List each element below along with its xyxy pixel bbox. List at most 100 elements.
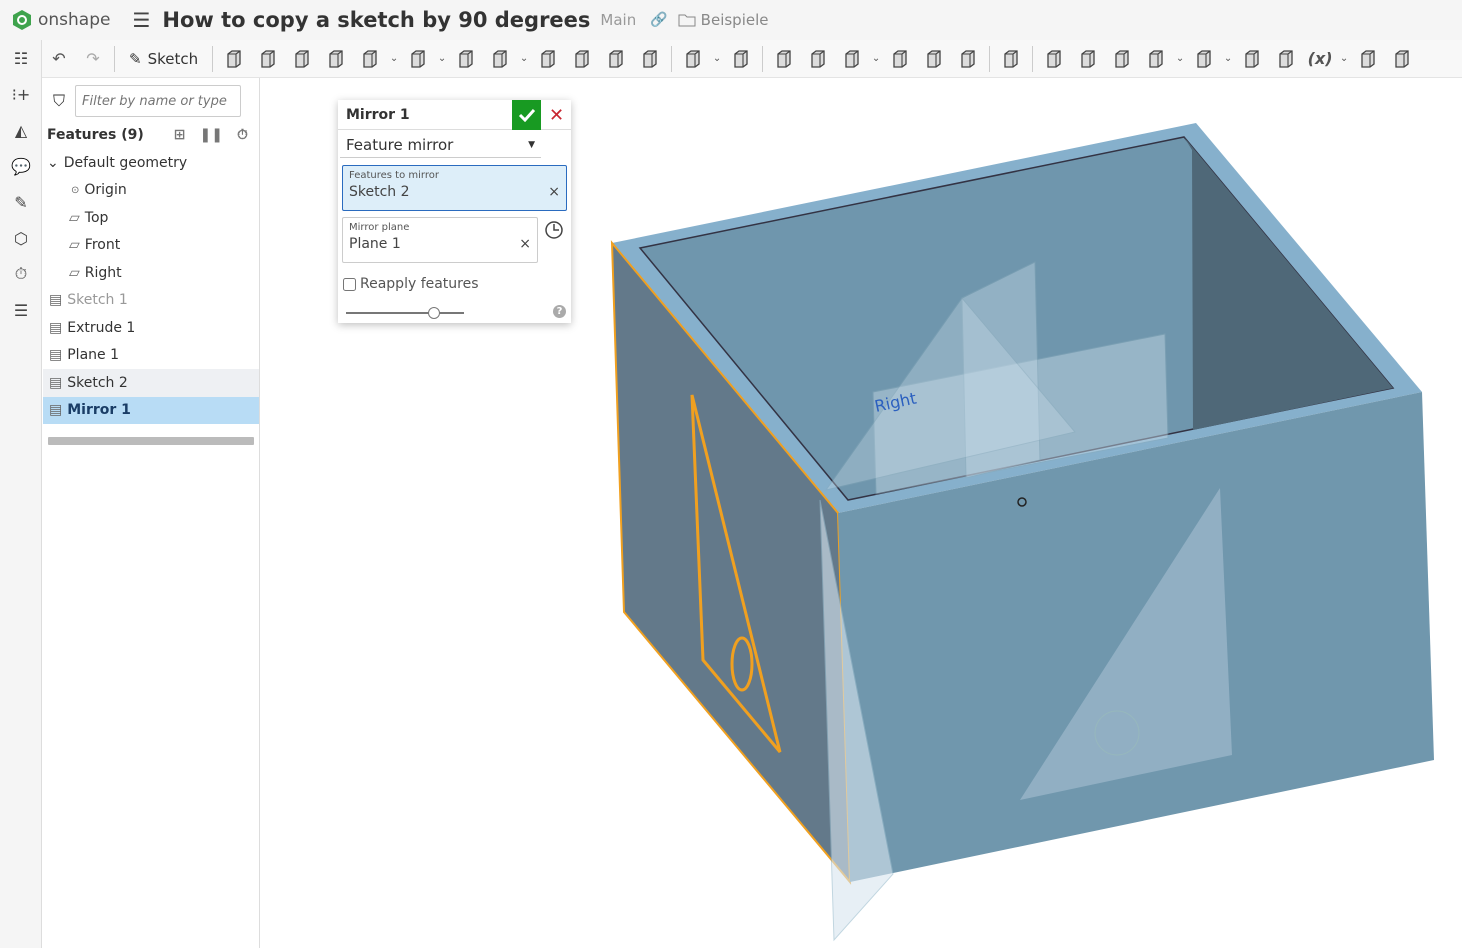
sweep-button[interactable]: [285, 44, 319, 74]
filter-icon[interactable]: ⛉: [53, 91, 65, 111]
feature-list-icon[interactable]: ☷: [0, 40, 42, 76]
assembly-button[interactable]: [1351, 44, 1385, 74]
draft-dropdown-icon[interactable]: ⌄: [517, 53, 531, 64]
plane-icon: [1081, 49, 1095, 68]
filter-input[interactable]: [75, 85, 242, 117]
tag-button[interactable]: [1385, 44, 1419, 74]
link-icon[interactable]: 🔗: [650, 12, 667, 28]
undo-button[interactable]: ↶: [42, 44, 76, 74]
transform-dropdown-icon[interactable]: ⌄: [869, 53, 883, 64]
variable-dropdown-icon[interactable]: ⌄: [1337, 53, 1351, 64]
history-icon[interactable]: ⏱: [0, 256, 42, 292]
chamfer-button[interactable]: [449, 44, 483, 74]
3d-viewport[interactable]: Right: [260, 78, 1462, 948]
feature-icon: ▤: [49, 292, 63, 309]
comments-icon[interactable]: 💬: [0, 148, 42, 184]
default-geometry-group[interactable]: ⌄ Default geometry: [43, 149, 259, 177]
pencil-icon: ✎: [129, 49, 142, 68]
pattern-dropdown-icon[interactable]: ⌄: [710, 53, 724, 64]
features-header: Features (9): [47, 127, 144, 143]
onshape-logo-icon: [13, 10, 31, 30]
derive-button[interactable]: [1269, 44, 1303, 74]
bom-icon[interactable]: ☰: [0, 292, 42, 328]
pause-icon[interactable]: ❚❚: [199, 127, 222, 143]
mate-connector-dropdown-icon[interactable]: ⌄: [1221, 53, 1235, 64]
branch-name[interactable]: Main: [600, 11, 636, 29]
mate-connector-button[interactable]: [1187, 44, 1221, 74]
extrude-button[interactable]: [217, 44, 251, 74]
default-geometry-label: Default geometry: [63, 154, 188, 171]
feature-label: Extrude 1: [67, 319, 136, 336]
feature-mirror-1[interactable]: ▤ Mirror 1: [43, 396, 259, 424]
fillet-button[interactable]: [401, 44, 435, 74]
draft-button[interactable]: [483, 44, 517, 74]
shell-button[interactable]: [565, 44, 599, 74]
pattern-button[interactable]: [676, 44, 710, 74]
feature-label: Plane 1: [67, 347, 119, 364]
sketch-button[interactable]: ✎ Sketch: [119, 44, 208, 74]
sweep-icon: [295, 49, 309, 68]
hamburger-menu-icon[interactable]: ☰: [132, 8, 150, 32]
revolve-button[interactable]: [251, 44, 285, 74]
timer-icon[interactable]: ⏱: [237, 127, 248, 143]
tree-item-top[interactable]: ▱ Top: [43, 204, 259, 232]
helix-surface-icon: [1115, 49, 1129, 68]
feature-sketch-2[interactable]: ▤ Sketch 2: [43, 369, 259, 397]
feature-sketch-1[interactable]: ▤ Sketch 1: [43, 287, 259, 315]
fillet-dropdown-icon[interactable]: ⌄: [435, 53, 449, 64]
add-folder-icon[interactable]: ⊞: [174, 127, 186, 143]
sheet-metal-dropdown-icon[interactable]: ⌄: [1173, 53, 1187, 64]
tree-item-label: Origin: [84, 182, 127, 199]
redo-button[interactable]: ↷: [76, 44, 110, 74]
rib-icon: [541, 49, 555, 68]
variable-button[interactable]: (x): [1303, 44, 1337, 74]
feature-plane-1[interactable]: ▤ Plane 1: [43, 342, 259, 370]
folder-link[interactable]: Beispiele: [678, 11, 769, 29]
measure-button[interactable]: [1235, 44, 1269, 74]
document-title[interactable]: How to copy a sketch by 90 degrees: [162, 8, 590, 32]
scrollbar[interactable]: [48, 437, 254, 445]
modify-fillet-button[interactable]: [917, 44, 951, 74]
delete-part-icon: [893, 49, 907, 68]
mirror-button[interactable]: [724, 44, 758, 74]
move-face-button[interactable]: [994, 44, 1028, 74]
replace-face-button[interactable]: [1037, 44, 1071, 74]
delete-part-button[interactable]: [883, 44, 917, 74]
thicken-icon: [363, 49, 377, 68]
parts-icon[interactable]: ⬡: [0, 220, 42, 256]
appearance-icon[interactable]: ◭: [0, 112, 42, 148]
plane-button[interactable]: [1071, 44, 1105, 74]
left-rail: ☷ ⁝+ ◭ 💬 ✎ ⬡ ⏱ ☰: [0, 40, 42, 948]
move-face-icon: [1004, 49, 1018, 68]
logo-text: onshape: [38, 10, 111, 30]
insert-icon[interactable]: ⁝+: [0, 76, 42, 112]
tree-item-label: Right: [84, 264, 122, 281]
feature-label: Mirror 1: [67, 402, 131, 419]
replace-face-icon: [1047, 49, 1061, 68]
onshape-logo[interactable]: onshape: [12, 9, 110, 31]
delete-face-button[interactable]: [951, 44, 985, 74]
tree-item-right[interactable]: ▱ Right: [43, 259, 259, 287]
feature-extrude-1[interactable]: ▤ Extrude 1: [43, 314, 259, 342]
tree-item-front[interactable]: ▱ Front: [43, 232, 259, 260]
boolean-button[interactable]: [767, 44, 801, 74]
split-button[interactable]: [801, 44, 835, 74]
rib-button[interactable]: [531, 44, 565, 74]
sheet-metal-icon: [1149, 49, 1163, 68]
hole-button[interactable]: [599, 44, 633, 74]
plane-icon: ▱: [69, 237, 80, 254]
notes-icon[interactable]: ✎: [0, 184, 42, 220]
shell-icon: [575, 49, 589, 68]
modify-fillet-icon: [927, 49, 941, 68]
chevron-down-icon[interactable]: ⌄: [47, 155, 59, 171]
transform-button[interactable]: [835, 44, 869, 74]
helix-surface-button[interactable]: [1105, 44, 1139, 74]
loft-button[interactable]: [319, 44, 353, 74]
tree-item-origin[interactable]: ⊙ Origin: [43, 177, 259, 205]
sheet-metal-button[interactable]: [1139, 44, 1173, 74]
thicken-dropdown-icon[interactable]: ⌄: [387, 53, 401, 64]
thicken-button[interactable]: [353, 44, 387, 74]
cylinder-button[interactable]: [633, 44, 667, 74]
transform-icon: [845, 49, 859, 68]
feature-icon: ▤: [49, 347, 63, 364]
